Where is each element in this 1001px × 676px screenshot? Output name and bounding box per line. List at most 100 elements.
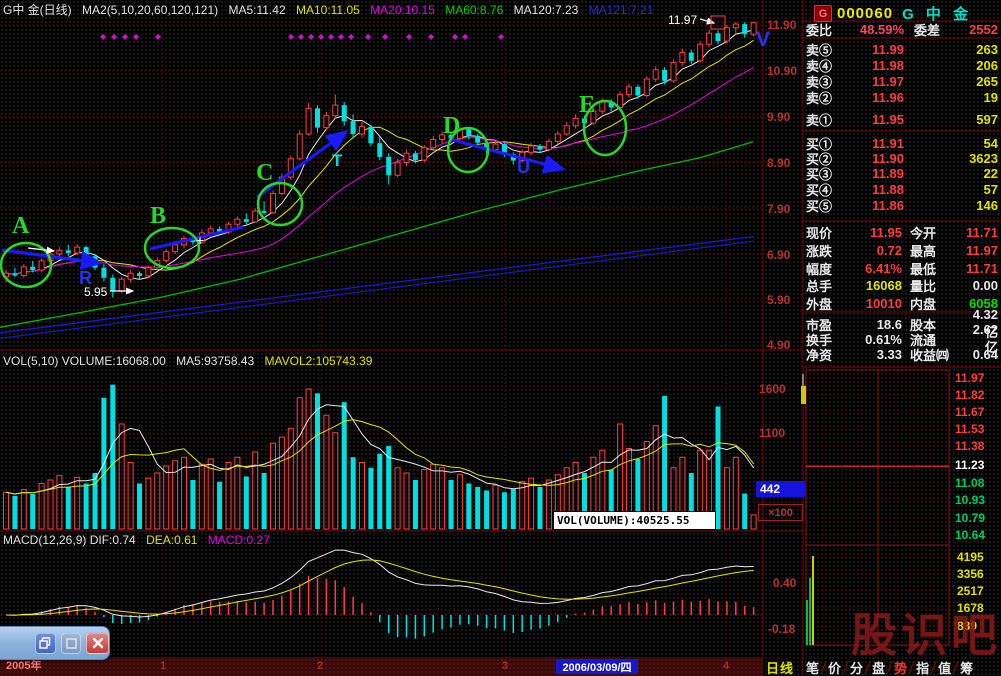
mini-price-tick: 11.08: [955, 477, 984, 489]
signal-diamond-icon: ◆: [382, 32, 389, 41]
weibi-row: 委比 48.59% 委差 2552: [806, 21, 998, 37]
price-tick: 7.90: [767, 203, 790, 215]
timeline-strip[interactable]: [0, 658, 763, 676]
vol-mavol2: MAVOL2:105743.39: [265, 354, 373, 368]
mini-vol-tick: 3356: [957, 568, 984, 580]
vol-unit-badge: ×100: [758, 504, 803, 521]
mini-price-tick: 11.97: [955, 372, 984, 384]
bid-volume: 3623: [904, 151, 998, 166]
annotation-text: A: [12, 213, 30, 239]
bid-label: 买⑤: [806, 196, 848, 215]
mini-price-tick: 10.79: [955, 512, 985, 524]
macd-header: MACD(12,26,9) DIF:0.74 DEA:0.61 MACD:0.2…: [3, 534, 277, 546]
annotation-text: C: [256, 160, 273, 186]
macd-dea-line: [6, 560, 754, 615]
long-ma-lines: [0, 142, 753, 338]
price-tick: 8.90: [767, 157, 790, 169]
timeline-month: 3: [502, 661, 508, 672]
bid-price: 11.89: [848, 166, 904, 181]
period-selector[interactable]: 日线: [766, 658, 794, 676]
signal-diamond-icon: ◆: [318, 32, 325, 41]
ma20-value: MA20:10.15: [370, 3, 435, 17]
stat-label: 总手: [806, 276, 850, 295]
annotation-text: D: [443, 113, 460, 139]
stat-row: 幅度6.41%最低11.71: [806, 260, 998, 276]
stat-value: 11.71: [960, 261, 998, 276]
price-tick: 5.90: [767, 294, 790, 306]
signal-diamond-icon: ◆: [155, 32, 162, 41]
signal-diamond-icon: ◆: [462, 32, 469, 41]
annotation-text: T: [332, 151, 343, 170]
trading-terminal: ◆◆◆◆◆◆◆◆◆◆◆◆◆◆◆◆◆◆◆ABCDEVTUR+11.975.95 G…: [0, 0, 1001, 676]
bid-row-5[interactable]: 买⑤11.86146: [806, 197, 998, 213]
signal-diamond-icon: ◆: [348, 32, 355, 41]
macd-dif-line: [6, 550, 754, 617]
volume-tooltip: VOL(VOLUME):40525.55: [553, 511, 716, 530]
annotation-layer: ◆◆◆◆◆◆◆◆◆◆◆◆◆◆◆◆◆◆◆ABCDEVTUR+11.975.95: [1, 13, 770, 299]
signal-diamond-icon: ◆: [338, 32, 345, 41]
ask-volume: 597: [904, 112, 998, 127]
stat-value: 6.41%: [850, 261, 902, 276]
signal-diamond-icon: ◆: [308, 32, 315, 41]
ma-params: MA2(5,10,20,60,120,121): [82, 3, 218, 17]
ask-volume: 263: [904, 42, 998, 57]
annotation-text: B: [150, 203, 166, 229]
timeline-month: 4: [723, 661, 729, 672]
weicha-label: 委差: [914, 20, 956, 39]
stat-label: 量比: [910, 276, 960, 295]
close-icon: [92, 637, 104, 649]
candlestick-layer: [4, 22, 757, 298]
vol-tick: 1100: [759, 427, 785, 439]
macd-dif: MACD(12,26,9) DIF:0.74: [3, 533, 136, 547]
ma5-value: MA5:11.42: [228, 3, 285, 17]
annotation-text: 11.97: [668, 13, 697, 27]
tab-chou[interactable]: 筹: [956, 658, 977, 676]
weibi-value: 48.59%: [848, 22, 904, 37]
restore-icon: [39, 637, 51, 649]
ask-price: 11.97: [848, 74, 904, 89]
vol-tick: 1600: [759, 383, 786, 395]
signal-diamond-icon: ◆: [365, 32, 372, 41]
mini-vol-tick: 4195: [957, 551, 984, 563]
vol-label: VOL(5,10) VOLUME:16068.00: [3, 354, 166, 368]
signal-diamond-icon: ◆: [111, 32, 118, 41]
ask-price: 11.98: [848, 58, 904, 73]
signal-diamond-icon: ◆: [100, 32, 107, 41]
stat-value: 18.6: [850, 317, 902, 332]
window-controls: [0, 626, 110, 660]
close-window-button[interactable]: [86, 633, 109, 654]
symbol-title: G中 金(日线): [3, 3, 72, 17]
stat-value: 11.97: [960, 243, 998, 258]
signal-diamond-icon: ◆: [452, 32, 459, 41]
mini-price-tick: 10.64: [955, 529, 985, 541]
stat-row: 总手16068量比0.00: [806, 277, 998, 293]
ma120-value: MA120:7.23: [514, 3, 579, 17]
stat-label: 外盘: [806, 294, 850, 313]
weibi-label: 委比: [806, 20, 848, 39]
mini-price-tick: 11.67: [955, 406, 984, 418]
stat-row: 涨跌0.72最高11.97: [806, 242, 998, 258]
price-tick: 9.90: [767, 111, 790, 123]
ask-row-1[interactable]: 卖①11.95597: [806, 111, 998, 127]
timeline-month: 2: [317, 661, 323, 672]
bid-price: 11.86: [848, 198, 904, 213]
chart-header: G中 金(日线) MA2(5,10,20,60,120,121) MA5:11.…: [3, 4, 660, 16]
signal-diamond-icon: ◆: [406, 32, 413, 41]
stat-value: 11.71: [960, 225, 998, 240]
stat-label: 现价: [806, 223, 850, 242]
stat-value: 0.00: [960, 278, 998, 293]
stat-label: 涨跌: [806, 241, 850, 260]
restore-window-button[interactable]: [35, 633, 56, 654]
price-tick: 4.90: [767, 339, 790, 351]
maximize-window-button[interactable]: [61, 633, 82, 654]
price-tick: 10.90: [767, 65, 797, 77]
stat-label: 收益㈣: [910, 345, 960, 364]
stat-value: 10010: [850, 296, 902, 311]
stat-value: 0.72: [850, 243, 902, 258]
mini-price-tick: 11.82: [955, 389, 984, 401]
vol-cursor-value: 442: [756, 481, 805, 497]
macd-tick-low: -0.18: [768, 623, 795, 635]
price-tick: 6.90: [767, 249, 790, 261]
weicha-value: 2552: [956, 22, 998, 37]
ask-row-2[interactable]: 卖②11.9619: [806, 89, 998, 105]
